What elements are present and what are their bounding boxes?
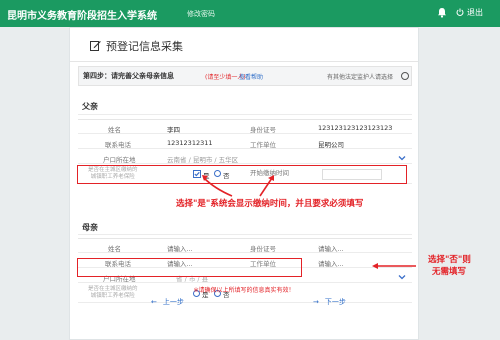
- prev-label: 上一步: [162, 298, 184, 306]
- annotation-no-note-line2: 无需填写: [432, 267, 467, 277]
- annotation-no-note: 选择"否"则 无需填写: [428, 254, 471, 278]
- table-row: 户口所在地 云南省 / 昆明市 / 五华区: [78, 150, 412, 164]
- prev-step-button[interactable]: ← 上一步: [148, 297, 187, 307]
- mother-work-field[interactable]: 请输入...: [318, 258, 344, 268]
- mother-name-field[interactable]: 请输入...: [167, 243, 193, 253]
- father-work-label: 工作单位: [250, 141, 276, 149]
- page-title: 预登记信息采集: [106, 40, 183, 53]
- mother-name-label: 姓名: [108, 245, 121, 253]
- father-section-title: 父亲: [82, 102, 98, 111]
- annotation-no-note-line1: 选择"否"则: [428, 255, 471, 265]
- table-row: 姓名 请输入... 身份证号 请输入...: [78, 239, 412, 253]
- table-row: 姓名 李四 身份证号 123123123123123123: [78, 120, 412, 134]
- guardian-toggle-label: 有其他法定监护人请选择: [327, 74, 394, 81]
- step-header: 第四步：请完善父亲母亲信息 (请至少填一人) 查看帮助 有其他法定监护人请选择: [78, 66, 412, 86]
- change-password-link[interactable]: 修改密码: [187, 9, 215, 19]
- bell-icon[interactable]: [437, 7, 447, 18]
- chevron-down-icon[interactable]: [398, 274, 406, 280]
- panel-header: 预登记信息采集: [70, 28, 418, 62]
- arrow-left-icon: ←: [151, 298, 157, 306]
- father-phone-field[interactable]: 12312312311: [167, 139, 213, 147]
- next-label: 下一步: [324, 298, 346, 306]
- father-phone-label: 联系电话: [105, 141, 131, 149]
- father-name-label: 姓名: [108, 126, 121, 134]
- top-bar: 昆明市义务教育阶段招生入学系统 修改密码 退出: [0, 0, 500, 27]
- chevron-down-icon[interactable]: [398, 155, 406, 161]
- father-name-field[interactable]: 李四: [167, 124, 180, 134]
- father-id-label: 身份证号: [250, 126, 276, 134]
- guardian-toggle[interactable]: [401, 72, 409, 80]
- annotation-yes-note: 选择"是"系统会显示缴纳时间，并且要求必须填写: [176, 199, 364, 209]
- step-label: 第四步：请完善父亲母亲信息: [83, 72, 174, 80]
- next-step-button[interactable]: → 下一步: [310, 297, 349, 307]
- mother-section-title: 母亲: [82, 223, 98, 232]
- table-row: 联系电话 12312312311 工作单位 昆明公司: [78, 135, 412, 149]
- power-icon: [456, 8, 464, 16]
- mother-id-label: 身份证号: [250, 245, 276, 253]
- annotation-box-father: [77, 165, 407, 184]
- divider: [78, 114, 412, 115]
- arrow-right-icon: →: [313, 298, 319, 306]
- app-title: 昆明市义务教育阶段招生入学系统: [7, 11, 157, 22]
- father-work-field[interactable]: 昆明公司: [318, 139, 344, 149]
- edit-form-icon: [90, 41, 101, 51]
- mother-id-field[interactable]: 请输入...: [318, 243, 344, 253]
- father-id-field[interactable]: 123123123123123123: [318, 124, 392, 132]
- divider: [78, 234, 412, 235]
- annotation-box-mother: [77, 258, 302, 277]
- father-hukou-select[interactable]: 云南省 / 昆明市 / 五华区: [167, 154, 238, 164]
- validity-warning: ※请确保以上所填写的信息真实有效！: [193, 287, 295, 294]
- help-link[interactable]: 查看帮助: [239, 72, 263, 81]
- father-hukou-label: 户口所在地: [103, 156, 136, 164]
- logout-label: 退出: [467, 8, 483, 17]
